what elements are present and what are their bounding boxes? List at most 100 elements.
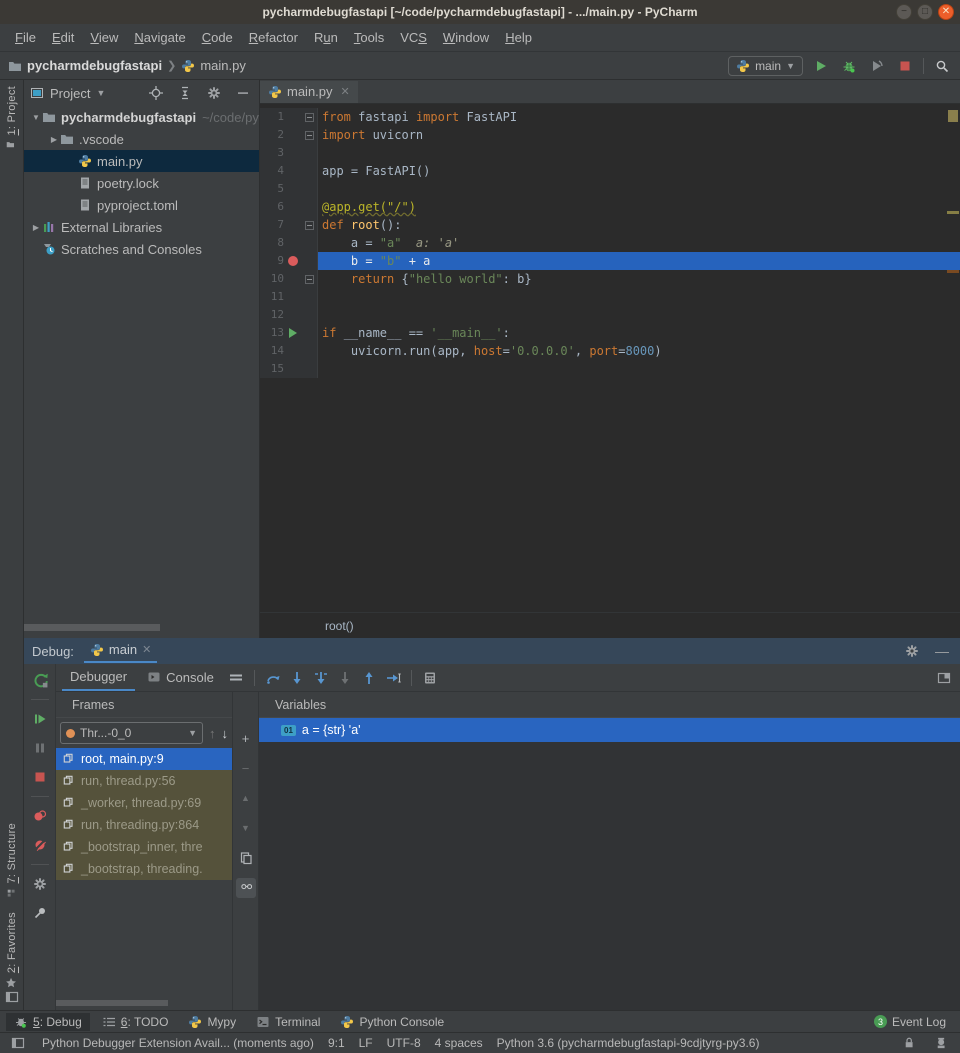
fold-icon[interactable] (305, 275, 314, 284)
code-line-11[interactable]: 11 (260, 288, 960, 306)
code-line-4[interactable]: 4app = FastAPI() (260, 162, 960, 180)
gutter[interactable]: 15 (260, 360, 318, 378)
stop-button[interactable] (30, 767, 50, 787)
stripe-button-favorites[interactable]: 2: Favorites (5, 912, 18, 990)
code-line-15[interactable]: 15 (260, 360, 960, 378)
code-line-5[interactable]: 5 (260, 180, 960, 198)
locate-button[interactable] (146, 83, 166, 103)
fold-icon[interactable] (305, 221, 314, 230)
maximize-button[interactable]: □ (917, 4, 933, 20)
thread-selector[interactable]: Thr...-0_0 ▼ (60, 722, 203, 744)
menu-help[interactable]: Help (498, 27, 539, 48)
toolwindow-toggle-icon[interactable] (5, 990, 19, 1004)
tree-item-pycharmdebugfastapi[interactable]: ▼pycharmdebugfastapi~/code/pycharmdebugf… (24, 106, 259, 128)
gutter[interactable]: 14 (260, 342, 318, 360)
debug-session-tab[interactable]: main ✕ (84, 639, 157, 663)
chevron-down-icon[interactable]: ▼ (30, 113, 42, 122)
hide-icon[interactable]: — (932, 641, 952, 661)
gutter[interactable]: 3 (260, 144, 318, 162)
next-frame-button[interactable]: ↓ (222, 726, 229, 741)
menu-refactor[interactable]: Refactor (242, 27, 305, 48)
frame-row[interactable]: run, threading.py:864 (56, 814, 232, 836)
coverage-button[interactable] (867, 56, 887, 76)
close-icon[interactable]: ✕ (341, 85, 350, 98)
gutter[interactable]: 2 (260, 126, 318, 144)
frame-row[interactable]: _bootstrap_inner, thre (56, 836, 232, 858)
run-to-cursor-button[interactable] (383, 668, 403, 688)
code-line-6[interactable]: 6@app.get("/") (260, 198, 960, 216)
gutter[interactable]: 4 (260, 162, 318, 180)
toolwindow-tab-python-console[interactable]: Python Console (332, 1013, 452, 1031)
menu-file[interactable]: File (8, 27, 43, 48)
project-panel-title[interactable]: Project (50, 86, 90, 101)
gutter[interactable]: 11 (260, 288, 318, 306)
debug-tab-debugger[interactable]: Debugger (62, 665, 135, 691)
breadcrumb-function[interactable]: root() (325, 619, 354, 633)
gutter[interactable]: 8 (260, 234, 318, 252)
status-item[interactable]: UTF-8 (387, 1036, 421, 1050)
gutter[interactable]: 1 (260, 108, 318, 126)
show-watches-button[interactable] (236, 878, 256, 898)
previous-frame-button[interactable]: ↑ (209, 726, 216, 741)
run-gutter-icon[interactable] (289, 328, 297, 338)
close-icon[interactable]: ✕ (142, 643, 151, 656)
step-into-button[interactable] (287, 668, 307, 688)
step-into-my-code-button[interactable] (311, 668, 331, 688)
debug-button[interactable] (839, 56, 859, 76)
resume-button[interactable] (30, 709, 50, 729)
status-item[interactable]: LF (359, 1036, 373, 1050)
code-line-8[interactable]: 8 a = "a" a: 'a' (260, 234, 960, 252)
toolwindow-tab-terminal[interactable]: Terminal (248, 1013, 328, 1031)
status-message[interactable]: Python Debugger Extension Avail... (mome… (42, 1036, 314, 1050)
restore-layout-button[interactable] (934, 668, 954, 688)
toolwindow-tab-5-debug[interactable]: 5: Debug (6, 1013, 90, 1031)
breakpoint-icon[interactable] (288, 256, 298, 266)
collapse-all-button[interactable] (175, 83, 195, 103)
settings-icon[interactable] (902, 641, 922, 661)
status-item[interactable]: Python 3.6 (pycharmdebugfastapi-9cdjtyrg… (497, 1036, 760, 1050)
toolwindow-toggle-icon[interactable] (8, 1033, 28, 1053)
duplicate-button[interactable] (236, 848, 256, 868)
gutter[interactable]: 13 (260, 324, 318, 342)
tree-item-poetry-lock[interactable]: poetry.lock (24, 172, 259, 194)
status-item[interactable]: 4 spaces (435, 1036, 483, 1050)
gutter[interactable]: 9 (260, 252, 318, 270)
pin-button[interactable] (30, 903, 50, 923)
fold-icon[interactable] (305, 113, 314, 122)
breadcrumb-project[interactable]: pycharmdebugfastapi (27, 58, 162, 73)
layout-options-button[interactable] (226, 668, 246, 688)
rerun-button[interactable] (30, 670, 50, 690)
chevron-right-icon[interactable]: ▶ (30, 223, 42, 232)
editor-body[interactable]: 1from fastapi import FastAPI2import uvic… (260, 104, 960, 612)
mute-breakpoints-button[interactable] (30, 835, 50, 855)
hector-icon[interactable] (932, 1033, 952, 1053)
lock-icon[interactable] (900, 1033, 920, 1053)
frame-row[interactable]: _worker, thread.py:69 (56, 792, 232, 814)
error-stripe[interactable] (946, 104, 960, 612)
chevron-right-icon[interactable]: ▶ (48, 135, 60, 144)
code-line-9[interactable]: 9 b = "b" + a (260, 252, 960, 270)
menu-navigate[interactable]: Navigate (127, 27, 192, 48)
frame-row[interactable]: root, main.py:9 (56, 748, 232, 770)
toolwindow-tab-mypy[interactable]: Mypy (180, 1013, 244, 1031)
menu-tools[interactable]: Tools (347, 27, 391, 48)
frames-horizontal-scrollbar[interactable] (56, 1000, 168, 1006)
search-everywhere-button[interactable] (932, 56, 952, 76)
chevron-down-icon[interactable]: ▼ (96, 88, 105, 98)
frame-row[interactable]: _bootstrap, threading. (56, 858, 232, 880)
gutter[interactable]: 10 (260, 270, 318, 288)
project-horizontal-scrollbar[interactable] (24, 624, 160, 631)
stripe-button-structure[interactable]: 7: Structure (6, 823, 18, 900)
settings-button[interactable] (30, 874, 50, 894)
menu-window[interactable]: Window (436, 27, 496, 48)
run-configuration-select[interactable]: main ▼ (728, 56, 803, 76)
code-line-12[interactable]: 12 (260, 306, 960, 324)
fold-icon[interactable] (305, 131, 314, 140)
code-line-1[interactable]: 1from fastapi import FastAPI (260, 108, 960, 126)
gutter[interactable]: 12 (260, 306, 318, 324)
menu-edit[interactable]: Edit (45, 27, 81, 48)
minimize-button[interactable]: − (896, 4, 912, 20)
run-button[interactable] (811, 56, 831, 76)
code-line-7[interactable]: 7def root(): (260, 216, 960, 234)
editor-tab-main-py[interactable]: main.py ✕ (260, 81, 358, 103)
